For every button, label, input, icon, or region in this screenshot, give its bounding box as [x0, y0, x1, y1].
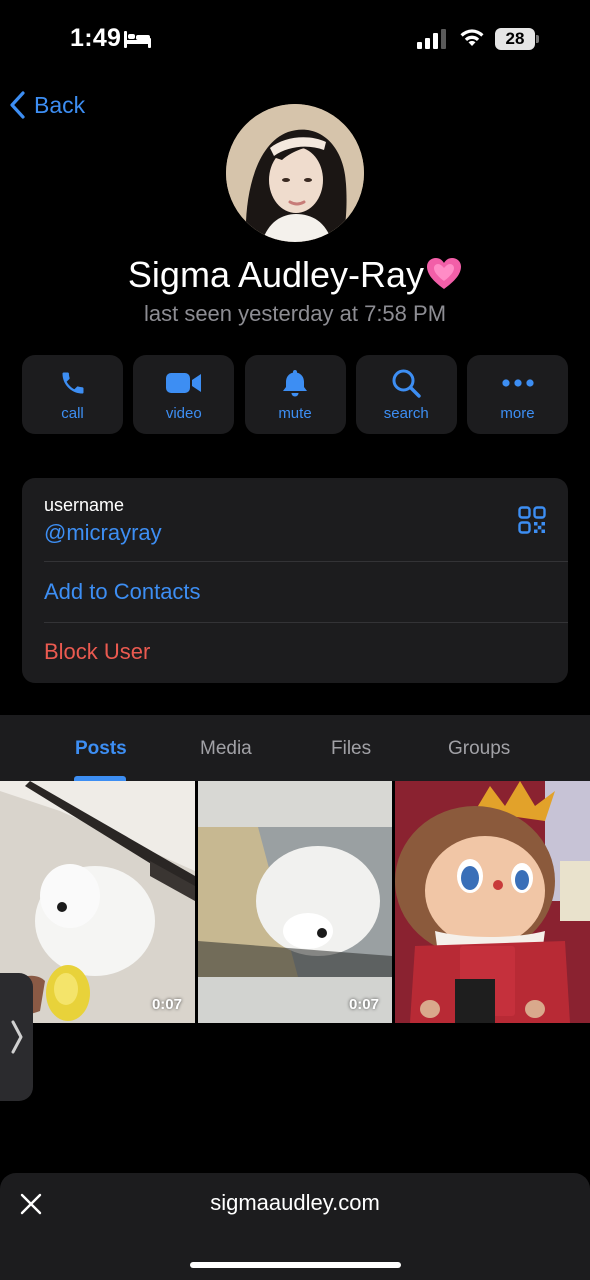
media-thumbnail[interactable]: 0:07: [198, 781, 392, 1023]
call-label: call: [61, 405, 84, 422]
chevron-right-icon: [11, 1020, 22, 1054]
media-thumbnail[interactable]: [395, 781, 590, 1023]
last-seen-status: last seen yesterday at 7:58 PM: [143, 301, 447, 326]
more-label: more: [500, 405, 535, 422]
mute-label: mute: [278, 405, 312, 422]
username-link[interactable]: @micrayray: [44, 520, 162, 546]
status-time: 1:49: [70, 24, 122, 52]
divider: [44, 561, 568, 562]
tabs-bar: Posts Media Files Groups: [0, 715, 590, 781]
video-duration: 0:07: [151, 996, 182, 1013]
mute-button[interactable]: mute: [244, 355, 346, 434]
side-panel-handle[interactable]: [0, 973, 33, 1101]
profile-name: Sigma Audley-Ray: [127, 254, 425, 295]
video-camera-icon: [165, 368, 202, 398]
avatar[interactable]: [226, 104, 364, 242]
battery-icon: 28: [495, 28, 535, 50]
add-to-contacts-button[interactable]: Add to Contacts: [44, 579, 201, 605]
chevron-left-icon: [10, 91, 25, 119]
more-dots-icon: [501, 368, 534, 398]
more-button[interactable]: more: [467, 355, 568, 434]
home-indicator[interactable]: [190, 1262, 401, 1268]
battery-cap: [536, 35, 539, 43]
tab-files[interactable]: Files: [331, 738, 371, 760]
pink-heart-icon: [426, 257, 462, 300]
cellular-signal-icon: [417, 29, 447, 54]
back-label: Back: [34, 91, 86, 118]
status-bar: 1:49 28: [0, 0, 590, 84]
search-icon: [391, 368, 421, 398]
qr-code-icon[interactable]: [518, 506, 546, 539]
divider: [44, 622, 568, 623]
video-label: video: [165, 405, 202, 422]
wifi-icon: [458, 26, 486, 53]
back-button[interactable]: Back: [10, 88, 85, 122]
phone-icon: [59, 368, 87, 398]
search-button[interactable]: search: [355, 355, 457, 434]
username-label: username: [44, 495, 125, 515]
video-duration: 0:07: [348, 996, 379, 1013]
call-button[interactable]: call: [22, 355, 123, 434]
profile-name-row: Sigma Audley-Ray: [0, 254, 590, 300]
media-grid: 0:07 0:07: [0, 781, 590, 1023]
tab-groups[interactable]: Groups: [448, 738, 510, 760]
video-button[interactable]: video: [133, 355, 235, 434]
tab-posts[interactable]: Posts: [75, 738, 127, 760]
bell-icon: [282, 368, 308, 398]
url-display[interactable]: sigmaaudley.com: [0, 1190, 590, 1216]
bed-icon: [124, 29, 151, 53]
info-card: username @micrayray Add to Contacts Bloc…: [22, 478, 568, 683]
action-buttons: call video mute search more: [22, 355, 568, 434]
block-user-button[interactable]: Block User: [44, 639, 150, 665]
tab-media[interactable]: Media: [200, 738, 252, 760]
search-label: search: [383, 405, 429, 422]
